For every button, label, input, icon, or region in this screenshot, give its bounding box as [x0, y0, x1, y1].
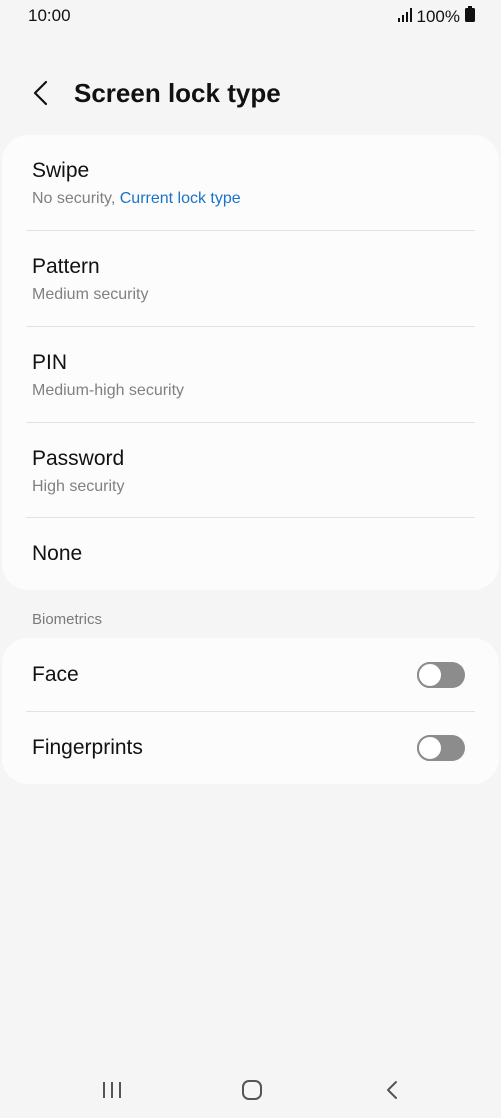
lock-type-title: PIN — [32, 351, 68, 374]
current-lock-type-label: Current lock type — [119, 190, 241, 207]
clock: 10:00 — [28, 6, 71, 25]
lock-type-title: Password — [32, 447, 125, 470]
status-bar: 10:00 100% — [0, 0, 501, 30]
toggle-knob — [417, 662, 443, 688]
app-header: Screen lock type — [0, 70, 501, 118]
lock-type-title: Swipe — [32, 159, 90, 182]
recent-apps-icon — [101, 1080, 123, 1105]
lock-type-swipe[interactable]: Swipe No security, Current lock type — [2, 135, 499, 230]
section-label-biometrics: Biometrics — [32, 611, 103, 628]
lock-type-title: Pattern — [32, 255, 100, 278]
biometrics-list: Face Fingerprints — [2, 638, 499, 784]
biometric-face[interactable]: Face — [2, 638, 499, 711]
lock-type-subtitle: Medium security — [32, 286, 149, 303]
battery-icon — [465, 6, 475, 27]
navigation-bar — [0, 1058, 501, 1118]
lock-type-subtitle: High security — [32, 478, 125, 495]
camera-notch — [200, 0, 301, 28]
home-icon — [241, 1079, 263, 1106]
back-icon — [385, 1080, 399, 1105]
lock-type-none[interactable]: None — [2, 518, 499, 590]
lock-type-password[interactable]: Password High security — [2, 423, 499, 518]
security-level-text: No security, — [32, 190, 116, 207]
signal-icon — [397, 7, 412, 27]
fingerprints-toggle[interactable] — [417, 735, 465, 761]
lock-type-pattern[interactable]: Pattern Medium security — [2, 231, 499, 326]
biometric-title: Fingerprints — [32, 736, 143, 759]
lock-type-subtitle: Medium-high security — [32, 382, 185, 399]
home-button[interactable] — [232, 1072, 272, 1112]
page-title: Screen lock type — [74, 78, 281, 108]
lock-type-list: Swipe No security, Current lock type Pat… — [2, 135, 499, 590]
lock-type-pin[interactable]: PIN Medium-high security — [2, 327, 499, 422]
nav-back-button[interactable] — [372, 1072, 412, 1112]
back-button[interactable] — [24, 78, 58, 112]
face-toggle[interactable] — [417, 662, 465, 688]
recent-apps-button[interactable] — [92, 1072, 132, 1112]
biometric-fingerprints[interactable]: Fingerprints — [2, 712, 499, 784]
toggle-knob — [417, 735, 443, 761]
back-arrow-icon — [33, 80, 49, 111]
lock-type-title: None — [32, 542, 83, 565]
battery-level: 100% — [416, 6, 460, 26]
status-icons: 100% — [397, 6, 475, 27]
biometric-title: Face — [32, 663, 79, 686]
lock-type-subtitle: No security, Current lock type — [32, 190, 241, 208]
